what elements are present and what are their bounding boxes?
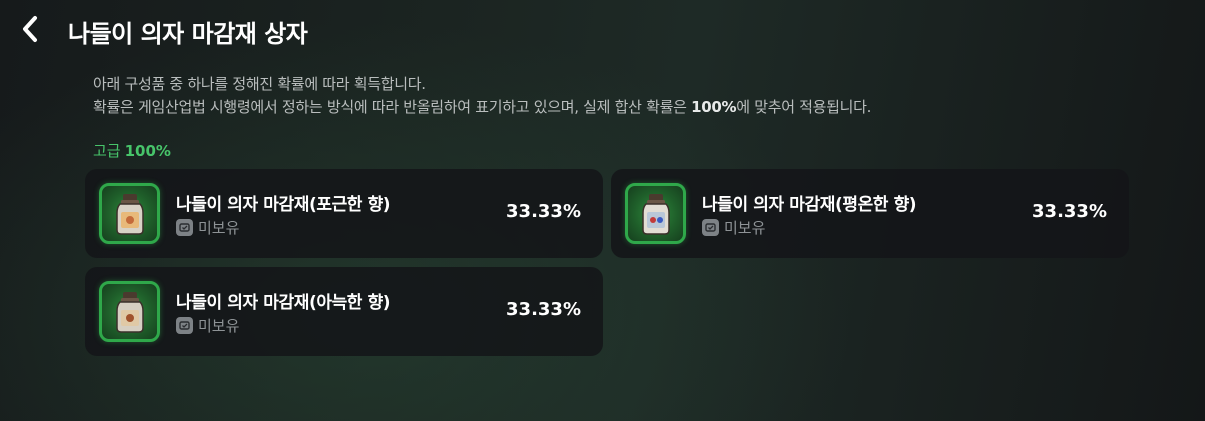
item-status: 미보유 <box>176 315 239 335</box>
item-thumbnail <box>99 183 160 244</box>
jar-icon <box>641 193 670 235</box>
item-status: 미보유 <box>176 217 239 237</box>
item-card[interactable]: 나들이 의자 마감재(포근한 향) 미보유 33.33% <box>85 169 603 258</box>
back-button[interactable] <box>14 12 48 46</box>
header: 나들이 의자 마감재 상자 <box>0 0 1205 62</box>
description: 아래 구성품 중 하나를 정해진 확률에 따라 획득합니다. 확률은 게임산업법… <box>93 73 871 119</box>
item-thumbnail <box>99 281 160 342</box>
collection-icon <box>176 218 193 236</box>
description-line-2-prefix: 확률은 게임산업법 시행령에서 정하는 방식에 따라 반올림하여 표기하고 있으… <box>93 98 692 116</box>
grade-label: 고급 100% <box>93 140 171 161</box>
item-status: 미보유 <box>702 217 765 237</box>
grade-name: 고급 <box>93 142 121 160</box>
item-thumbnail <box>625 183 686 244</box>
item-probability: 33.33% <box>506 201 581 222</box>
chevron-left-icon <box>23 16 37 42</box>
grade-total: 100% <box>124 142 171 160</box>
collection-icon <box>702 218 719 236</box>
item-name: 나들이 의자 마감재(아늑한 향) <box>176 293 391 313</box>
item-status-text: 미보유 <box>724 218 766 237</box>
item-name: 나들이 의자 마감재(평온한 향) <box>702 195 917 215</box>
description-line-1: 아래 구성품 중 하나를 정해진 확률에 따라 획득합니다. <box>93 75 426 93</box>
item-probability: 33.33% <box>506 299 581 320</box>
item-status-text: 미보유 <box>198 316 240 335</box>
page-title: 나들이 의자 마감재 상자 <box>68 20 308 48</box>
item-name: 나들이 의자 마감재(포근한 향) <box>176 195 391 215</box>
jar-icon <box>115 291 144 333</box>
description-line-2-suffix: 에 맞추어 적용됩니다. <box>736 98 872 116</box>
item-card[interactable]: 나들이 의자 마감재(평온한 향) 미보유 33.33% <box>611 169 1129 258</box>
collection-icon <box>176 316 193 334</box>
description-line-2: 확률은 게임산업법 시행령에서 정하는 방식에 따라 반올림하여 표기하고 있으… <box>93 96 871 119</box>
description-line-2-bold: 100% <box>691 98 737 116</box>
item-status-text: 미보유 <box>198 218 240 237</box>
item-card[interactable]: 나들이 의자 마감재(아늑한 향) 미보유 33.33% <box>85 267 603 356</box>
item-probability: 33.33% <box>1032 201 1107 222</box>
jar-icon <box>115 193 144 235</box>
